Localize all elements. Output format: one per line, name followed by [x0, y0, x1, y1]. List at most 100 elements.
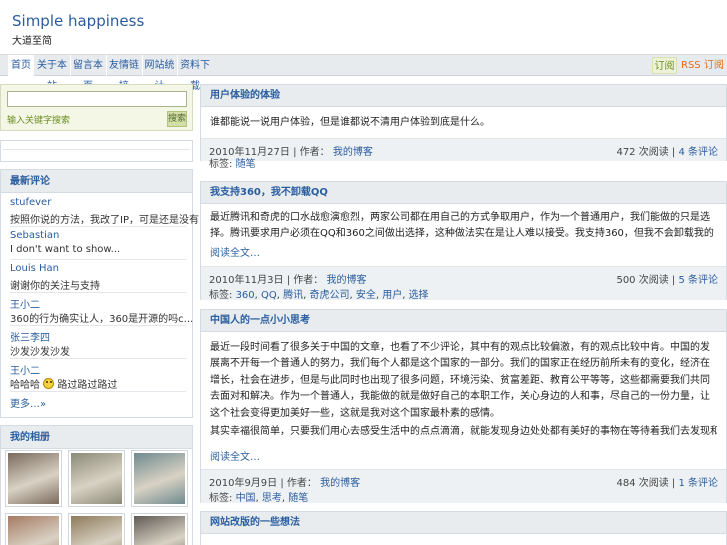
empty-widget: [0, 140, 193, 162]
post-body: 最近一段时间看了很多关于中国的文章，也看了不少评论，其中有的观点比较偏激，有的观…: [210, 342, 710, 419]
comment-author[interactable]: 王小二: [10, 296, 40, 311]
recent-comments-title: 最新评论: [1, 170, 192, 193]
post-comments-link[interactable]: 5 条评论: [678, 275, 718, 286]
post-author-label: | 作者：: [280, 478, 317, 489]
photo-image: [71, 453, 122, 504]
tab-links[interactable]: 友情链接: [106, 55, 141, 92]
comment-item[interactable]: 王小二 360的行为确实让人，360是开源的吗c...: [10, 293, 193, 326]
post-tag[interactable]: 360: [236, 290, 255, 301]
comment-item[interactable]: stufever 按照你说的方法，我改了IP，可是还是没有…: [10, 194, 209, 227]
post-meta-line: 2010年9月9日 | 作者： 我的博客: [209, 474, 360, 489]
post-tag[interactable]: 中国: [236, 493, 256, 504]
photo-album-title: 我的相册: [1, 426, 192, 449]
post-body: 谁都能说一说用户体验，但是谁都说不清用户体验到底是什么。: [210, 117, 490, 128]
post-comments-link[interactable]: 4 条评论: [678, 147, 718, 158]
subscribe-button[interactable]: 订阅: [652, 57, 677, 74]
photo-image: [134, 453, 185, 504]
post-date: 2010年11月3日: [209, 275, 284, 286]
photo-thumb[interactable]: [68, 450, 125, 507]
comment-text[interactable]: 沙发沙发沙发: [10, 343, 70, 358]
tab-downloads[interactable]: 资料下载: [177, 55, 212, 92]
search-label: 输入关键字搜索: [7, 116, 71, 126]
post-comments-link[interactable]: 1 条评论: [678, 478, 718, 489]
recent-comments-panel: 最新评论 stufever 按照你说的方法，我改了IP，可是还是没有… Seba…: [0, 169, 209, 418]
more-comments-link[interactable]: 更多…»: [10, 395, 46, 410]
post-meta-line: 2010年11月3日 | 作者： 我的博客: [209, 271, 366, 286]
comment-text[interactable]: I don't want to show...: [10, 244, 120, 255]
photo-thumb[interactable]: [68, 513, 125, 545]
post-stats: 472 次阅读 | 4 条评论: [616, 147, 718, 158]
tab-guestbook[interactable]: 留言本页: [70, 55, 105, 92]
tab-stats[interactable]: 网站统计: [142, 55, 176, 92]
post-tags: 标签: 360, QQ, 腾讯, 奇虎公司, 安全, 用户, 选择: [209, 290, 429, 301]
tab-about[interactable]: 关于本站: [35, 55, 69, 92]
post-tag[interactable]: 用户: [382, 290, 402, 301]
comment-text[interactable]: 360的行为确实让人，360是开源的吗c...: [10, 310, 193, 325]
post-tag[interactable]: 选择: [409, 290, 429, 301]
post-tag[interactable]: 随笔: [288, 493, 308, 504]
post-tags: 标签: 中国, 思考, 随笔: [209, 493, 309, 504]
post-tag[interactable]: 思考: [262, 493, 282, 504]
post-tag[interactable]: 奇虎公司: [309, 290, 349, 301]
comment-author[interactable]: Sebastian: [10, 230, 59, 241]
site-description: 大道至简: [12, 36, 52, 47]
post-views: 484 次阅读: [616, 478, 669, 489]
comment-text-end: 路过路过路过: [57, 380, 118, 391]
photo-image: [71, 516, 122, 545]
post: 我支持360，我不卸载QQ 最近腾讯和奇虎的口水战愈演愈烈，两家公司都在用自己的…: [200, 181, 727, 301]
post: 网站改版的一些想法: [200, 511, 727, 545]
read-more-link[interactable]: 阅读全文…: [210, 448, 260, 463]
photo-image: [8, 453, 59, 504]
post-tag[interactable]: 腾讯: [283, 290, 303, 301]
site-title[interactable]: Simple happiness: [12, 12, 144, 30]
comment-item[interactable]: 张三李四 沙发沙发沙发: [10, 326, 186, 359]
photo-image: [8, 516, 59, 545]
comment-author[interactable]: stufever: [10, 197, 51, 208]
post-tag[interactable]: QQ: [261, 290, 277, 301]
comment-text[interactable]: 按照你说的方法，我改了IP，可是还是没有…: [10, 211, 209, 226]
photo-image: [134, 516, 185, 545]
post-author-link[interactable]: 我的博客: [320, 478, 360, 489]
photo-thumb[interactable]: [5, 513, 62, 545]
post-tags-label: 标签:: [209, 159, 233, 170]
photo-thumb[interactable]: [131, 513, 188, 545]
post-date: 2010年9月9日: [209, 478, 278, 489]
comment-item[interactable]: Sebastian I don't want to show...: [10, 227, 186, 260]
post-title[interactable]: 网站改版的一些想法: [201, 512, 726, 534]
photo-album-panel: 我的相册: [0, 425, 193, 545]
post-author-link[interactable]: 我的博客: [326, 275, 366, 286]
post-title[interactable]: 用户体验的体验: [201, 85, 726, 107]
site-header: Simple happiness 大道至简: [0, 0, 727, 55]
comment-item[interactable]: Louis Han 谢谢你的关注与支持: [10, 260, 186, 293]
post-tags-label: 标签:: [209, 290, 233, 301]
post-meta: 2010年11月3日 | 作者： 我的博客 500 次阅读 | 5 条评论 标签…: [201, 266, 726, 301]
post-author-link[interactable]: 我的博客: [333, 147, 373, 158]
post-meta: 2010年9月9日 | 作者： 我的博客 484 次阅读 | 1 条评论 标签:…: [201, 469, 726, 504]
search-button[interactable]: 搜索: [167, 111, 187, 127]
photo-thumb[interactable]: [131, 450, 188, 507]
read-more-link[interactable]: 阅读全文…: [210, 244, 260, 259]
rss-link[interactable]: RSS 订阅: [681, 55, 724, 76]
photo-thumb[interactable]: [5, 450, 62, 507]
post: 中国人的一点小小思考 最近一段时间看了很多关于中国的文章，也看了不少评论，其中有…: [200, 309, 727, 504]
post-tag[interactable]: 随笔: [236, 159, 256, 170]
post-title[interactable]: 中国人的一点小小思考: [201, 310, 726, 332]
tab-home[interactable]: 首页: [8, 55, 34, 76]
post-stats: 484 次阅读 | 1 条评论: [616, 478, 718, 489]
post-title[interactable]: 我支持360，我不卸载QQ: [201, 182, 726, 204]
post-views: 472 次阅读: [616, 147, 669, 158]
post-tag[interactable]: 安全: [356, 290, 376, 301]
comment-text[interactable]: 谢谢你的关注与支持: [10, 277, 100, 292]
post-author-label: | 作者：: [286, 275, 324, 286]
search-input[interactable]: [7, 91, 187, 107]
comment-text-start: 哈哈哈: [10, 380, 40, 391]
comment-item[interactable]: 王小二 哈哈哈 路过路过路过: [10, 359, 186, 392]
comment-author[interactable]: 张三李四: [10, 329, 50, 344]
post-body-paragraph: 其实幸福很简单，只要我们用心去感受生活中的点点滴滴，就能发现身边处处都有美好的事…: [210, 426, 717, 437]
comment-author[interactable]: 王小二: [10, 362, 40, 377]
main-nav: 首页 关于本站 留言本页 友情链接 网站统计 资料下载 订阅 RSS 订阅: [0, 55, 727, 92]
post-body: 最近腾讯和奇虎的口水战愈演愈烈，两家公司都在用自己的方式争取用户，作为一个普通用…: [210, 212, 714, 239]
comment-author[interactable]: Louis Han: [10, 263, 59, 274]
post-author-label: | 作者：: [293, 147, 330, 158]
comment-text[interactable]: 哈哈哈 路过路过路过: [10, 376, 117, 391]
